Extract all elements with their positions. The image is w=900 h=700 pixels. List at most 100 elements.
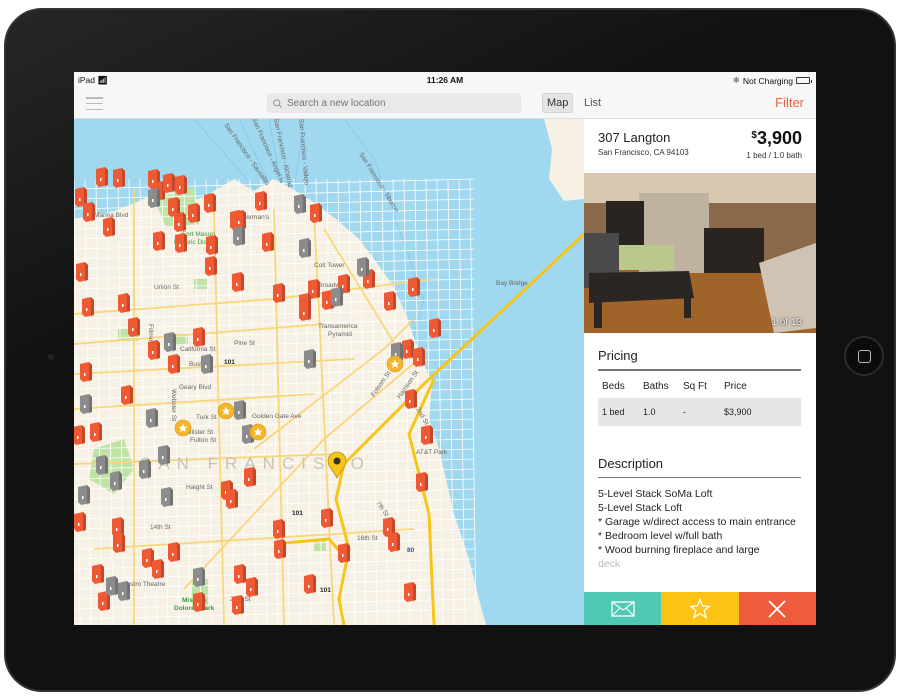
label-transamerica: Transamerica <box>318 323 358 330</box>
unavailable-listing-pin[interactable] <box>164 332 176 352</box>
listing-pin[interactable] <box>118 293 130 313</box>
listing-pin[interactable] <box>421 425 433 445</box>
unavailable-listing-pin[interactable] <box>139 459 151 479</box>
unavailable-listing-pin[interactable] <box>158 445 170 465</box>
tab-map[interactable]: Map <box>542 93 574 113</box>
unavailable-listing-pin[interactable] <box>80 394 92 414</box>
unavailable-listing-pin[interactable] <box>118 581 130 601</box>
unavailable-listing-pin[interactable] <box>201 354 213 374</box>
listing-pin[interactable] <box>128 317 140 337</box>
home-button[interactable] <box>844 336 884 376</box>
favorite-button[interactable] <box>661 592 739 625</box>
listing-pin[interactable] <box>148 340 160 360</box>
listing-pin[interactable] <box>92 564 104 584</box>
listing-pin[interactable] <box>384 291 396 311</box>
favorite-pin[interactable] <box>386 355 404 373</box>
unavailable-listing-pin[interactable] <box>331 287 343 307</box>
favorite-pin[interactable] <box>217 402 235 420</box>
unavailable-listing-pin[interactable] <box>148 188 160 208</box>
unavailable-listing-pin[interactable] <box>78 485 90 505</box>
listing-pin[interactable] <box>121 385 133 405</box>
listing-pin[interactable] <box>255 191 267 211</box>
listing-pin[interactable] <box>82 297 94 317</box>
listing-pin[interactable] <box>429 318 441 338</box>
listing-pin[interactable] <box>113 168 125 188</box>
listing-pin[interactable] <box>206 235 218 255</box>
listing-pin[interactable] <box>262 232 274 252</box>
listing-pin[interactable] <box>76 262 88 282</box>
listing-pin[interactable] <box>74 425 85 445</box>
tab-list[interactable]: List <box>580 93 605 113</box>
listing-pin[interactable] <box>388 532 400 552</box>
label-haight: Haight St <box>186 484 213 491</box>
map-view[interactable]: Marina Blvd Fort Mason Historic District… <box>74 119 584 625</box>
listing-pin[interactable] <box>152 559 164 579</box>
email-button[interactable] <box>584 592 662 625</box>
listing-photo[interactable]: 1 of 13 <box>584 173 816 333</box>
unavailable-listing-pin[interactable] <box>234 400 246 420</box>
listing-pin[interactable] <box>83 202 95 222</box>
battery-status: Not Charging <box>742 75 793 86</box>
listing-pin[interactable] <box>232 272 244 292</box>
listing-pin[interactable] <box>113 533 125 553</box>
listing-pin[interactable] <box>188 203 200 223</box>
listing-pin[interactable] <box>205 256 217 276</box>
listing-pin[interactable] <box>168 354 180 374</box>
listing-pin[interactable] <box>193 327 205 347</box>
unavailable-listing-pin[interactable] <box>110 471 122 491</box>
listing-pin[interactable] <box>234 564 246 584</box>
listing-pin[interactable] <box>103 217 115 237</box>
listing-pin[interactable] <box>273 519 285 539</box>
unavailable-listing-pin[interactable] <box>304 349 316 369</box>
listing-pin[interactable] <box>226 489 238 509</box>
unavailable-listing-pin[interactable] <box>299 238 311 258</box>
listing-pin[interactable] <box>90 422 102 442</box>
listing-pin[interactable] <box>338 543 350 563</box>
listing-pin[interactable] <box>304 574 316 594</box>
search-field[interactable] <box>267 93 521 113</box>
listing-pin[interactable] <box>408 277 420 297</box>
listing-pin[interactable] <box>321 508 333 528</box>
listing-pin[interactable] <box>299 301 311 321</box>
listing-pin[interactable] <box>168 542 180 562</box>
action-bar <box>584 592 816 625</box>
listing-pin[interactable] <box>174 212 186 232</box>
unavailable-listing-pin[interactable] <box>357 257 369 277</box>
listing-pin[interactable] <box>244 467 256 487</box>
listing-pin[interactable] <box>246 577 258 597</box>
listing-pin[interactable] <box>404 582 416 602</box>
dismiss-button[interactable] <box>738 592 816 625</box>
unavailable-listing-pin[interactable] <box>96 455 108 475</box>
unavailable-listing-pin[interactable] <box>193 567 205 587</box>
listing-pin[interactable] <box>274 539 286 559</box>
listing-pin[interactable] <box>80 362 92 382</box>
listing-pin[interactable] <box>413 347 425 367</box>
hwy-101-shield-c: 101 <box>320 587 331 594</box>
listing-pin[interactable] <box>96 167 108 187</box>
favorite-pin[interactable] <box>249 423 267 441</box>
unavailable-listing-pin[interactable] <box>161 487 173 507</box>
label-att-park: AT&T Park <box>416 449 448 456</box>
menu-button[interactable] <box>86 97 103 110</box>
listing-pin[interactable] <box>273 283 285 303</box>
map-canvas[interactable]: Marina Blvd Fort Mason Historic District… <box>74 119 584 625</box>
listing-pin[interactable] <box>405 389 417 409</box>
favorite-pin[interactable] <box>174 419 192 437</box>
listing-pin[interactable] <box>175 233 187 253</box>
filter-button[interactable]: Filter <box>775 95 804 110</box>
listing-pin[interactable] <box>310 203 322 223</box>
unavailable-listing-pin[interactable] <box>106 576 118 596</box>
search-input[interactable] <box>287 97 507 109</box>
listing-pin[interactable] <box>74 512 86 532</box>
unavailable-listing-pin[interactable] <box>146 408 158 428</box>
listing-pin[interactable] <box>193 592 205 612</box>
unavailable-listing-pin[interactable] <box>294 194 306 214</box>
listing-pin[interactable] <box>232 595 244 615</box>
listing-pin[interactable] <box>163 173 175 193</box>
unavailable-listing-pin[interactable] <box>233 226 245 246</box>
listing-pin[interactable] <box>153 231 165 251</box>
listing-pin[interactable] <box>416 472 428 492</box>
listing-pin[interactable] <box>175 175 187 195</box>
listing-pin[interactable] <box>402 339 414 359</box>
listing-pin[interactable] <box>204 193 216 213</box>
